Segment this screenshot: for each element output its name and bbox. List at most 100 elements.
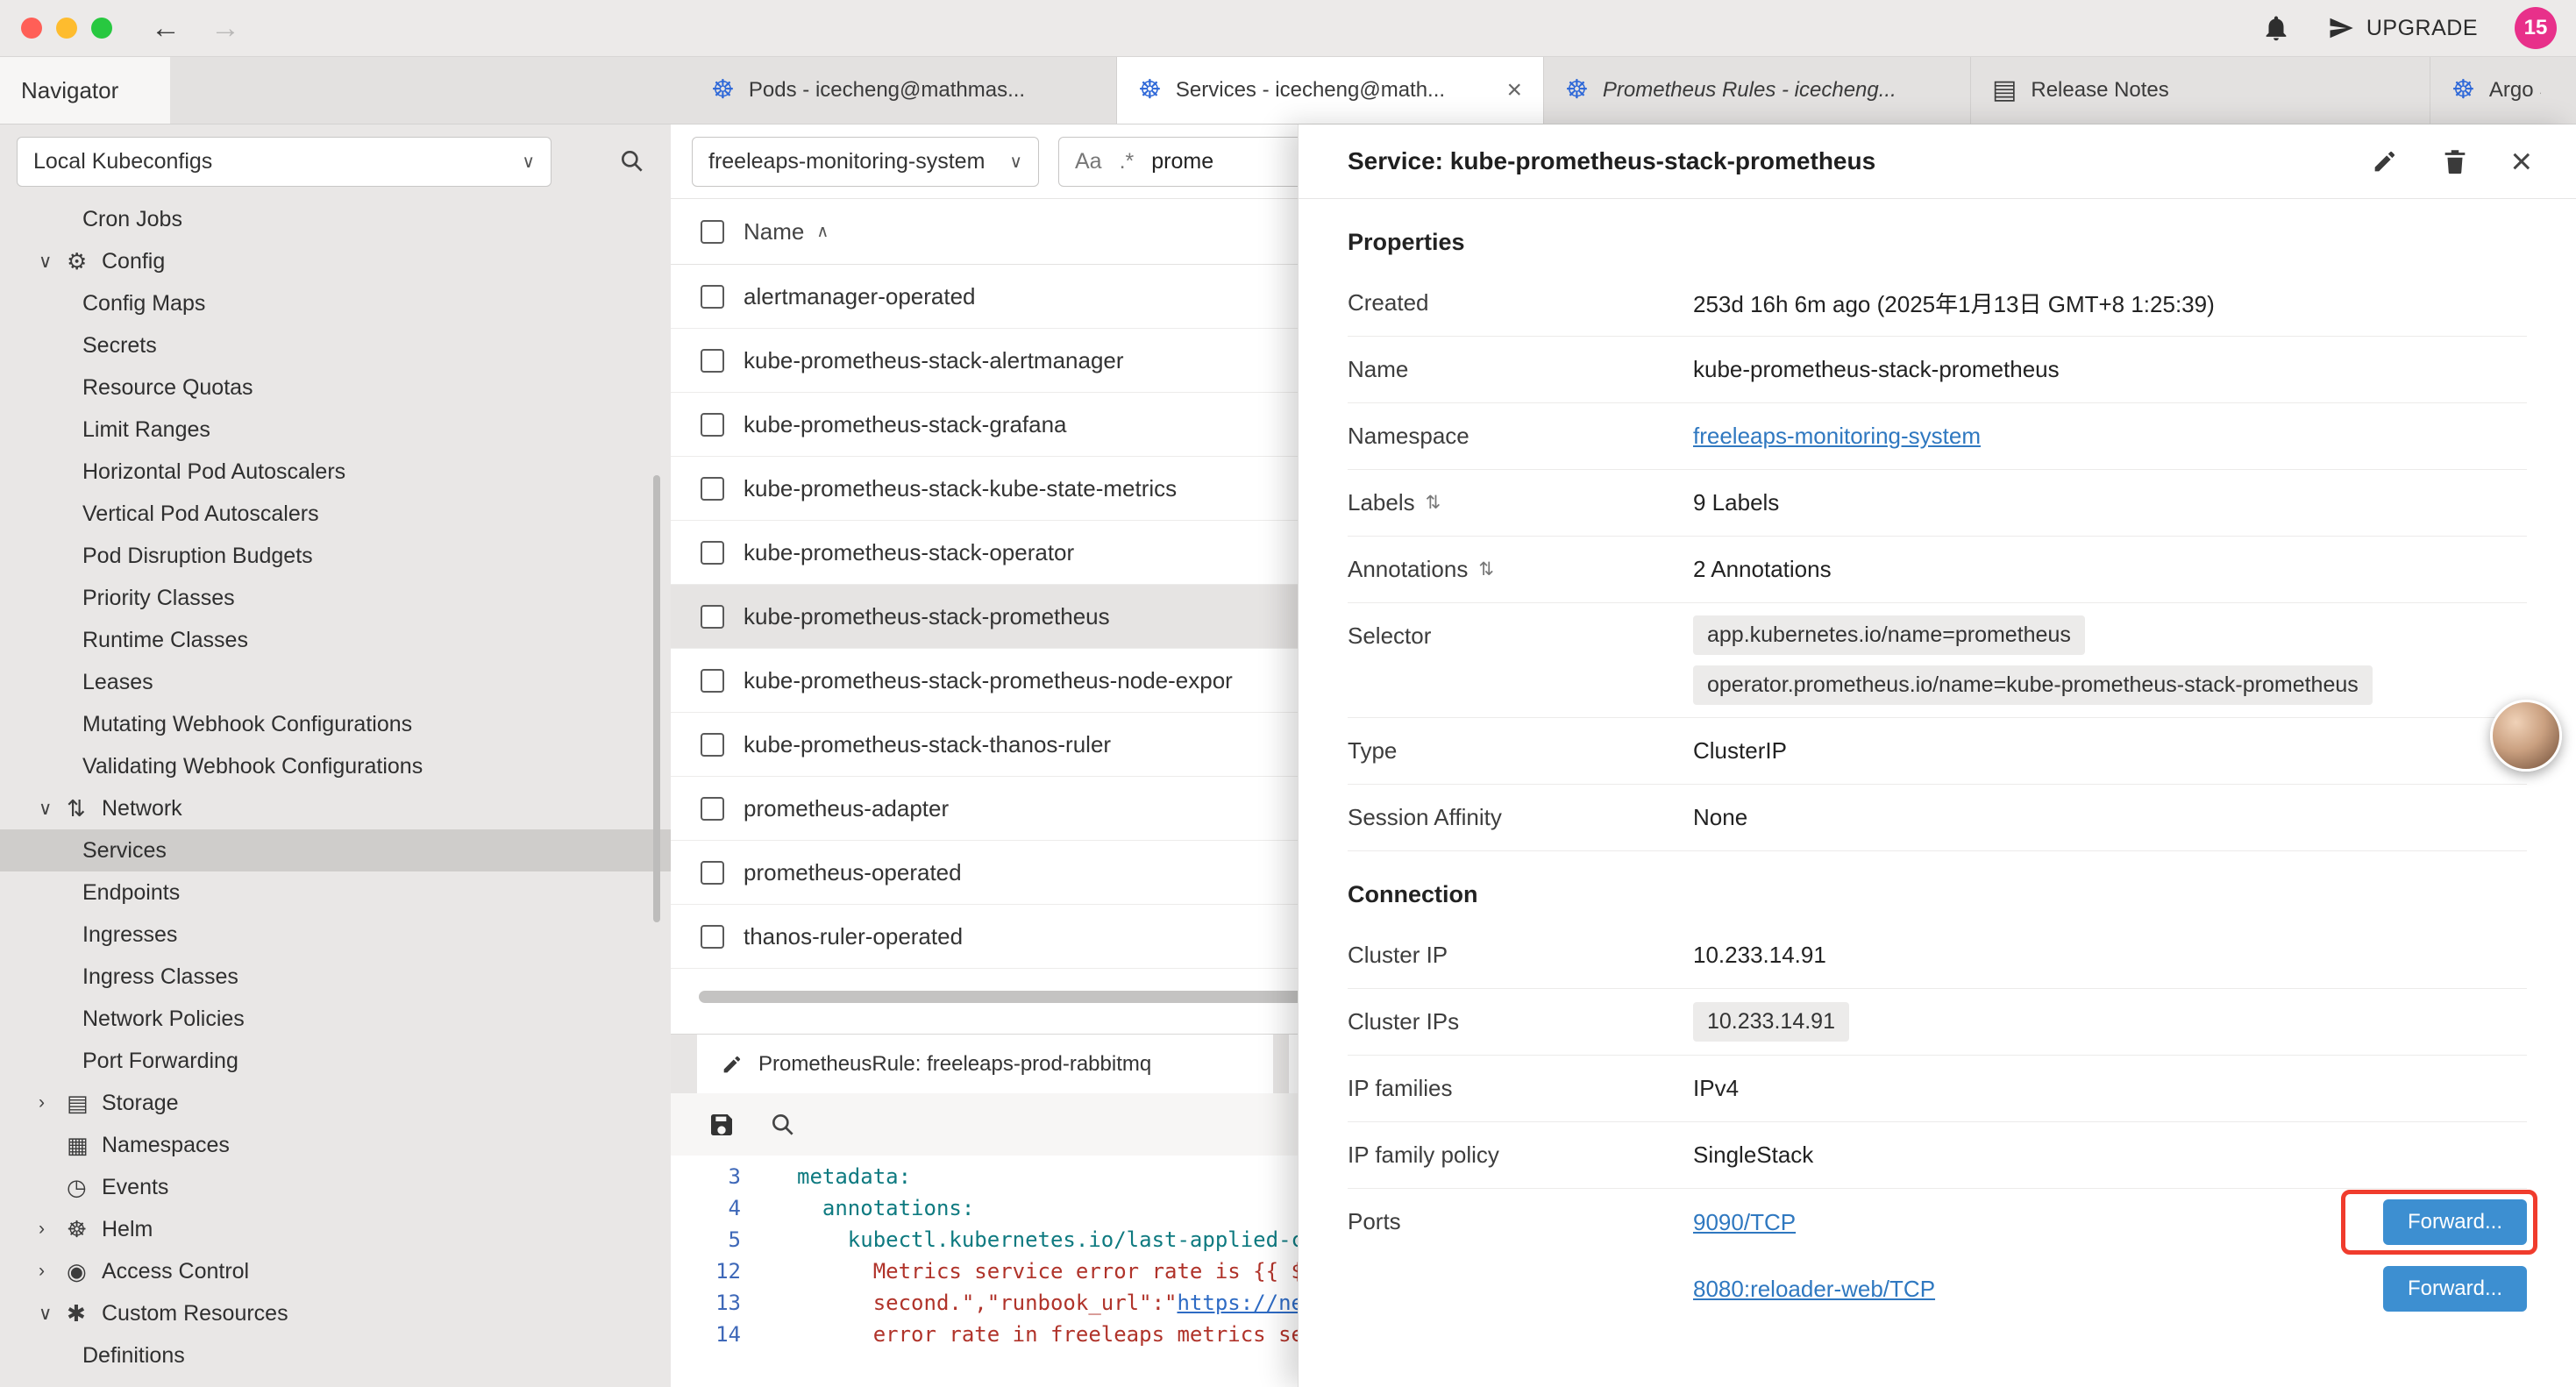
sidebar-item[interactable]: Cron Jobs xyxy=(0,198,671,240)
sidebar-item[interactable]: ▦ Namespaces xyxy=(0,1124,671,1166)
yaml-key: metadata: xyxy=(797,1161,911,1192)
sidebar-item[interactable]: › ◉ Access Control xyxy=(0,1250,671,1292)
sidebar-item[interactable]: › ▤ Storage xyxy=(0,1082,671,1124)
expand-labels-icon[interactable]: ⇅ xyxy=(1426,492,1441,514)
editor-tab[interactable]: ☸ Services - icecheng@math... × xyxy=(1117,57,1544,124)
sidebar-item-label: Endpoints xyxy=(82,880,180,906)
editor-tab[interactable]: ☸ Prometheus Rules - icecheng... xyxy=(1544,57,1971,124)
select-all-checkbox[interactable] xyxy=(701,220,724,244)
row-checkbox[interactable] xyxy=(701,733,724,757)
sidebar-item[interactable]: Limit Ranges xyxy=(0,409,671,451)
sidebar-item[interactable]: Secrets xyxy=(0,324,671,366)
connection-row-cluster-ips: Cluster IPs 10.233.14.91 xyxy=(1348,989,2527,1056)
sidebar-item[interactable]: Leases xyxy=(0,661,671,703)
editor-tab[interactable]: ▤ Release Notes xyxy=(1971,57,2430,124)
forward-icon[interactable]: → xyxy=(210,13,240,43)
line-number: 5 xyxy=(671,1224,741,1255)
sidebar-item[interactable]: ∨ ⇅ Network xyxy=(0,787,671,829)
chevron-icon[interactable]: › xyxy=(39,1219,67,1240)
chevron-icon[interactable]: ∨ xyxy=(39,251,67,273)
dock-tab-active[interactable]: PrometheusRule: freeleaps-prod-rabbitmq xyxy=(697,1035,1273,1094)
kubeconfig-row: Local Kubeconfigs ∨ xyxy=(0,124,671,198)
sort-asc-icon[interactable]: ∧ xyxy=(816,222,829,242)
sidebar-item-label: Cron Jobs xyxy=(82,207,182,232)
sidebar-item[interactable]: ∨ ⚙ Config xyxy=(0,240,671,282)
sidebar-item[interactable]: Pod Disruption Budgets xyxy=(0,535,671,577)
chevron-icon[interactable]: ∨ xyxy=(39,1303,67,1325)
row-checkbox[interactable] xyxy=(701,669,724,693)
tab-close-icon[interactable]: × xyxy=(1506,75,1522,105)
row-checkbox[interactable] xyxy=(701,413,724,437)
chevron-icon[interactable]: › xyxy=(39,1092,67,1113)
row-checkbox[interactable] xyxy=(701,477,724,501)
service-name: prometheus-operated xyxy=(744,859,962,886)
sidebar-item[interactable]: Mutating Webhook Configurations xyxy=(0,703,671,745)
sidebar-item[interactable]: Ingress Classes xyxy=(0,956,671,998)
forward-button[interactable]: Forward... xyxy=(2383,1199,2527,1245)
sidebar-item-label: Vertical Pod Autoscalers xyxy=(82,501,319,527)
close-window-button[interactable] xyxy=(21,18,42,39)
sidebar-item[interactable]: Definitions xyxy=(0,1334,671,1376)
sidebar-item[interactable]: ∨ ✱ Custom Resources xyxy=(0,1292,671,1334)
row-checkbox[interactable] xyxy=(701,541,724,565)
editor-tab[interactable]: ☸ Pods - icecheng@mathmas... xyxy=(690,57,1117,124)
minimize-window-button[interactable] xyxy=(56,18,77,39)
category-icon: ◉ xyxy=(67,1258,102,1285)
category-icon: ☸ xyxy=(67,1216,102,1243)
bell-icon[interactable] xyxy=(2261,13,2291,43)
port-link-8080[interactable]: 8080:reloader-web/TCP xyxy=(1693,1276,1935,1303)
sidebar-item[interactable]: Services xyxy=(0,829,671,871)
back-icon[interactable]: ← xyxy=(151,13,181,43)
row-checkbox[interactable] xyxy=(701,861,724,885)
sidebar-item[interactable]: › ☸ Helm xyxy=(0,1208,671,1250)
kubeconfig-select[interactable]: Local Kubeconfigs ∨ xyxy=(17,137,551,187)
namespace-link[interactable]: freeleaps-monitoring-system xyxy=(1693,423,1981,450)
match-case-toggle[interactable]: Aa xyxy=(1075,149,1102,174)
category-icon: ✱ xyxy=(67,1300,102,1327)
sidebar-item[interactable]: Endpoints xyxy=(0,871,671,914)
sidebar-item[interactable]: Vertical Pod Autoscalers xyxy=(0,493,671,535)
sidebar-item[interactable]: ◷ Events xyxy=(0,1166,671,1208)
sidebar-item-label: Network xyxy=(102,796,182,822)
sidebar-item[interactable]: Runtime Classes xyxy=(0,619,671,661)
sidebar-item[interactable]: Resource Quotas xyxy=(0,366,671,409)
yaml-key: kubectl.kubernetes.io/last-applied-co xyxy=(797,1224,1316,1255)
row-checkbox[interactable] xyxy=(701,605,724,629)
horizontal-scrollbar[interactable] xyxy=(699,991,1304,1003)
sidebar-item[interactable]: Horizontal Pod Autoscalers xyxy=(0,451,671,493)
upgrade-button[interactable]: UPGRADE xyxy=(2328,15,2478,41)
edit-icon[interactable] xyxy=(2370,146,2400,176)
sidebar-item[interactable]: Validating Webhook Configurations xyxy=(0,745,671,787)
chevron-icon[interactable]: ∨ xyxy=(39,798,67,820)
sidebar-item[interactable]: Config Maps xyxy=(0,282,671,324)
connection-row-ports: Ports 9090/TCP Forward... 8080:reloader-… xyxy=(1348,1189,2527,1322)
notification-badge[interactable]: 15 xyxy=(2515,7,2557,49)
row-checkbox[interactable] xyxy=(701,349,724,373)
maximize-window-button[interactable] xyxy=(91,18,112,39)
close-icon[interactable]: × xyxy=(2510,143,2532,180)
sidebar-item[interactable]: Port Forwarding xyxy=(0,1040,671,1082)
row-checkbox[interactable] xyxy=(701,797,724,821)
editor-tab[interactable]: ☸ Argo S xyxy=(2430,57,2576,124)
editor-search-icon[interactable] xyxy=(769,1111,797,1139)
save-icon[interactable] xyxy=(708,1111,736,1139)
sidebar-item[interactable]: Priority Classes xyxy=(0,577,671,619)
forward-button[interactable]: Forward... xyxy=(2383,1266,2527,1312)
line-number: 3 xyxy=(671,1161,741,1192)
trash-icon[interactable] xyxy=(2440,146,2470,176)
sidebar-item[interactable]: Ingresses xyxy=(0,914,671,956)
avatar[interactable] xyxy=(2490,700,2562,772)
sidebar-item[interactable]: Network Policies xyxy=(0,998,671,1040)
name-column-header[interactable]: Name xyxy=(744,218,804,245)
yaml-url[interactable]: https://net xyxy=(1177,1287,1316,1319)
regex-toggle[interactable]: .* xyxy=(1120,149,1135,174)
sidebar-scrollbar[interactable] xyxy=(653,475,660,922)
row-checkbox[interactable] xyxy=(701,285,724,309)
port-link-9090[interactable]: 9090/TCP xyxy=(1693,1209,1796,1236)
expand-annotations-icon[interactable]: ⇅ xyxy=(1478,558,1494,580)
row-checkbox[interactable] xyxy=(701,925,724,949)
sidebar-search-icon[interactable] xyxy=(618,147,646,175)
namespace-select[interactable]: freeleaps-monitoring-system ∨ xyxy=(692,137,1039,187)
property-row-created: Created 253d 16h 6m ago (2025年1月13日 GMT+… xyxy=(1348,270,2527,337)
chevron-icon[interactable]: › xyxy=(39,1261,67,1282)
